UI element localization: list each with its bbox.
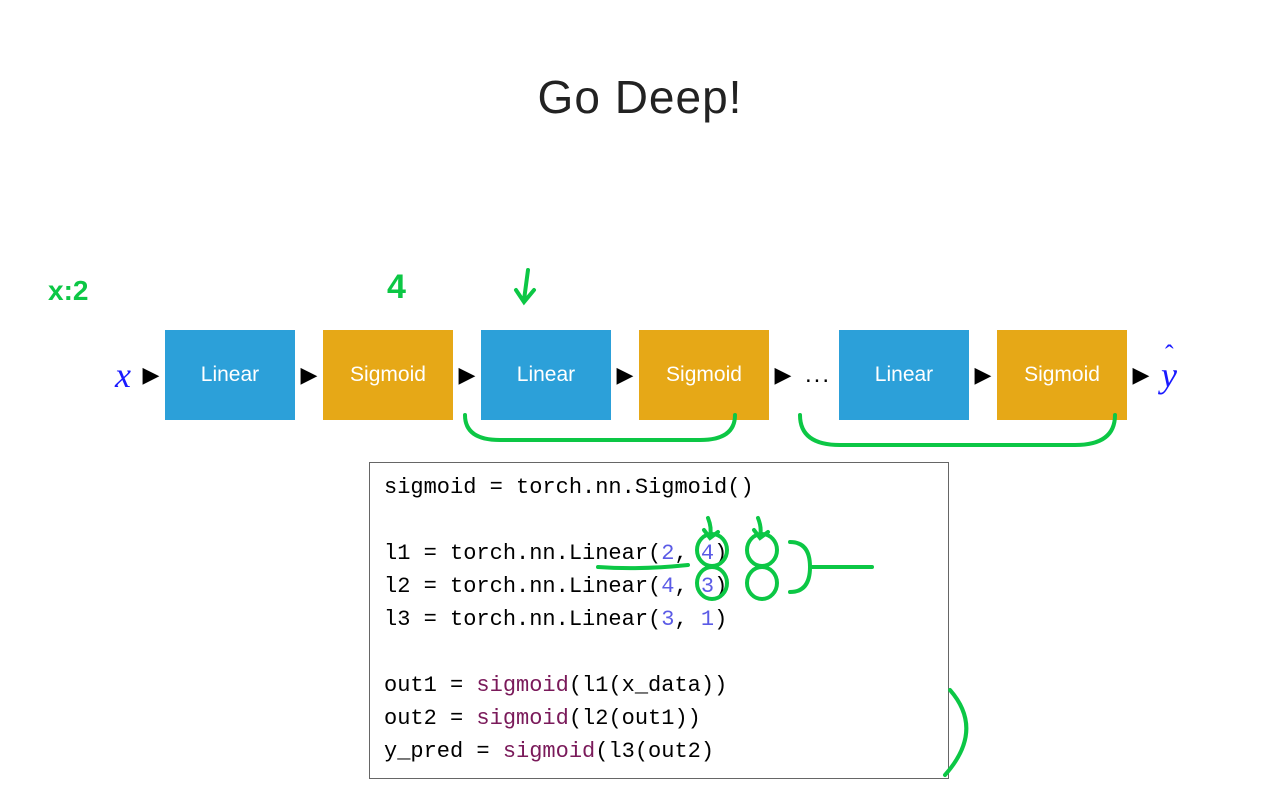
code-line: l3 = torch.nn.Linear(3, 1) [384, 603, 934, 636]
sigmoid-box-1: Sigmoid [323, 330, 453, 420]
code-line: sigmoid = torch.nn.Sigmoid() [384, 471, 934, 504]
arrow-icon: ▶ [772, 362, 794, 388]
code-blank [384, 504, 934, 537]
slide-title: Go Deep! [0, 70, 1280, 124]
hat-symbol: ˆ [1165, 340, 1174, 370]
arrow-icon: ▶ [972, 362, 994, 388]
annotation-x2: x:2 [48, 275, 88, 307]
network-flow: x ▶ Linear ▶ Sigmoid ▶ Linear ▶ Sigmoid … [0, 315, 1280, 435]
down-arrow-icon [516, 270, 534, 302]
output-y: ˆ y [1161, 354, 1177, 396]
linear-box-1: Linear [165, 330, 295, 420]
arrow-icon: ▶ [1130, 362, 1152, 388]
ellipsis: ... [805, 361, 831, 389]
arrow-icon: ▶ [140, 362, 162, 388]
code-line: y_pred = sigmoid(l3(out2) [384, 735, 934, 768]
input-x: x [115, 354, 131, 396]
arrow-icon: ▶ [614, 362, 636, 388]
code-line: l2 = torch.nn.Linear(4, 3) [384, 570, 934, 603]
code-line: l1 = torch.nn.Linear(2, 4) [384, 537, 934, 570]
linear-box-2: Linear [481, 330, 611, 420]
arrow-icon: ▶ [298, 362, 320, 388]
code-block: sigmoid = torch.nn.Sigmoid() l1 = torch.… [369, 462, 949, 779]
sigmoid-box-2: Sigmoid [639, 330, 769, 420]
sigmoid-box-3: Sigmoid [997, 330, 1127, 420]
code-line: out1 = sigmoid(l1(x_data)) [384, 669, 934, 702]
annotation-four: 4 [387, 268, 406, 307]
linear-box-3: Linear [839, 330, 969, 420]
code-blank [384, 636, 934, 669]
arrow-icon: ▶ [456, 362, 478, 388]
code-line: out2 = sigmoid(l2(out1)) [384, 702, 934, 735]
